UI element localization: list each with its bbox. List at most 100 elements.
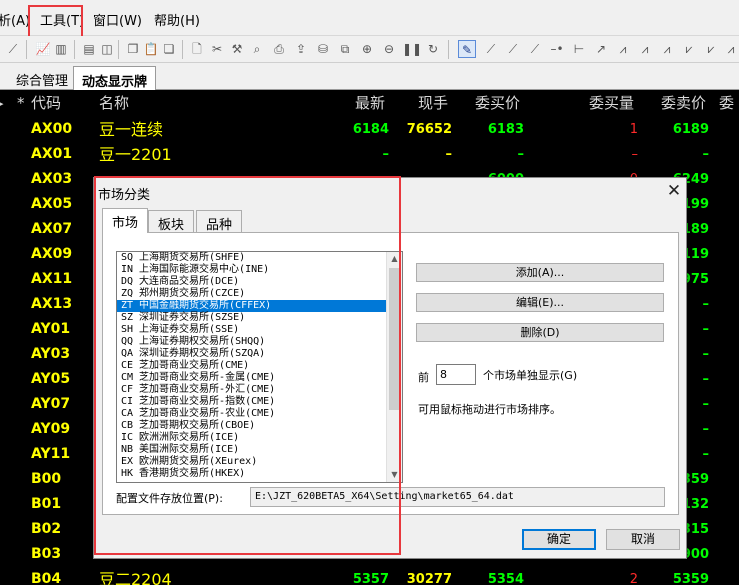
cell-name: 豆二2204 <box>99 570 172 585</box>
database-icon[interactable]: ⛁ <box>314 40 332 58</box>
close-icon[interactable]: ✕ <box>664 181 684 201</box>
arrow-line-icon[interactable]: ⊢ <box>570 40 588 58</box>
print-icon[interactable]: ⎙ <box>270 40 288 58</box>
cell-ask-price: – <box>702 397 710 412</box>
menu-help[interactable]: 帮助(H) <box>154 10 200 29</box>
window-icon[interactable]: ❏ <box>160 40 178 58</box>
cell-latest: – <box>382 147 390 162</box>
trend-line-icon[interactable]: ⟋ <box>482 40 500 58</box>
tab-market[interactable]: 市场 <box>102 208 149 233</box>
front-suffix-label: 个市场单独显示(G) <box>483 369 578 382</box>
pause-icon[interactable]: ❚❚ <box>402 40 422 58</box>
header-code[interactable]: 代码 <box>31 90 61 116</box>
segment-icon[interactable]: ⟋ <box>526 40 544 58</box>
ray-line-icon[interactable]: ⟋ <box>504 40 522 58</box>
delete-button[interactable]: 删除(D) <box>416 323 664 342</box>
up-arrow-line-icon[interactable]: ↗ <box>592 40 610 58</box>
cell-code: AX09 <box>31 246 73 262</box>
horizontal-line-icon[interactable]: –• <box>548 40 566 58</box>
cell-code: AX11 <box>31 271 73 287</box>
cell-code: AX00 <box>31 121 73 137</box>
add-button[interactable]: 添加(A)... <box>416 263 664 282</box>
cell-code: B00 <box>31 471 62 487</box>
cell-latest: 5357 <box>352 572 389 585</box>
cell-code: AX01 <box>31 146 73 162</box>
header-star[interactable]: * <box>17 90 25 116</box>
cell-ask-price: – <box>702 322 710 337</box>
wave-pattern-2-icon[interactable]: ⩘ <box>722 40 739 58</box>
header-more: 委 <box>719 94 735 112</box>
new-file-icon[interactable]: 🗋 <box>188 40 206 58</box>
line-tool-icon[interactable]: ⟋ <box>4 40 22 58</box>
view-tabs: 综合管理 动态显示牌 <box>0 63 739 90</box>
table-row[interactable]: AX01 豆一2201 – – – – – <box>0 142 739 167</box>
header-name[interactable]: 名称 <box>99 90 129 116</box>
cell-code: B03 <box>31 546 62 562</box>
menu-tools-highlight <box>28 5 83 39</box>
header-ask-price[interactable]: 委卖价 <box>661 90 706 116</box>
cell-name: 豆一2201 <box>99 145 172 164</box>
cut-icon[interactable]: ✂ <box>208 40 226 58</box>
toolbar-separator <box>448 40 449 59</box>
header-bid-volume[interactable]: 委买量 <box>589 90 634 116</box>
ok-button[interactable]: 确定 <box>522 529 596 550</box>
elliott-wave-icon[interactable]: ⩗ <box>680 40 698 58</box>
cell-bid-price: – <box>517 147 525 162</box>
menu-window[interactable]: 窗口(W) <box>93 10 142 29</box>
zoom-in-icon[interactable]: ⊕ <box>358 40 376 58</box>
cell-ask-price: – <box>702 347 710 362</box>
cell-ask-price: – <box>702 147 710 162</box>
front-label: 前 <box>418 371 429 384</box>
menu-bar: 析(A) 工具(T) 窗口(W) 帮助(H) <box>0 0 739 39</box>
paste-icon[interactable]: 📋 <box>142 40 160 58</box>
cell-code: AY07 <box>31 396 71 412</box>
cell-volume: 30277 <box>406 572 452 585</box>
table-row[interactable]: AX00 豆一连续 6184 76652 6183 1 6189 <box>0 117 739 142</box>
copy-icon[interactable]: ❐ <box>124 40 142 58</box>
binoculars-icon[interactable]: ⌕ <box>248 40 266 58</box>
pen-draw-icon[interactable]: ✎ <box>458 40 476 58</box>
cell-bid-volume: 1 <box>629 122 638 137</box>
tab-general-management[interactable]: 综合管理 <box>8 66 76 90</box>
zoom-out-icon[interactable]: ⊖ <box>380 40 398 58</box>
cell-code: AY03 <box>31 346 71 362</box>
split-view-icon[interactable]: ◫ <box>98 40 116 58</box>
network-icon[interactable]: ⧉ <box>336 40 354 58</box>
toolbar: ⟋ 📈 ▥ ▤ ◫ ❐ 📋 ❏ 🗋 ✂ ⚒ ⌕ ⎙ ⇪ ⛁ ⧉ ⊕ ⊖ ❚❚ ↻… <box>0 36 739 63</box>
cell-code: B02 <box>31 521 62 537</box>
cell-latest: 6184 <box>352 122 389 137</box>
zigzag-icon[interactable]: ⩘ <box>614 40 632 58</box>
cell-bid-price: 6183 <box>487 122 524 137</box>
quote-table-icon[interactable]: ▤ <box>80 40 98 58</box>
cell-bid-volume: 2 <box>629 572 638 585</box>
cell-ask-price: 6189 <box>672 122 709 137</box>
export-icon[interactable]: ⇪ <box>292 40 310 58</box>
cell-ask-price: – <box>702 297 710 312</box>
tools-icon[interactable]: ⚒ <box>228 40 246 58</box>
tab-dynamic-board[interactable]: 动态显示牌 <box>73 66 157 90</box>
front-count-input[interactable]: 8 <box>436 364 476 385</box>
toolbar-separator <box>74 40 75 59</box>
drag-hint: 可用鼠标拖动进行市场排序。 <box>418 403 561 416</box>
edit-button[interactable]: 编辑(E)... <box>416 293 664 312</box>
cell-code: AX03 <box>31 171 73 187</box>
line-chart-icon[interactable]: 📈 <box>34 40 52 58</box>
table-row[interactable]: B04 豆二2204 5357 30277 5354 2 5359 <box>0 567 739 585</box>
cell-code: AY11 <box>31 446 71 462</box>
cell-code: AX13 <box>31 296 73 312</box>
bar-chart-icon[interactable]: ▥ <box>52 40 70 58</box>
menu-analysis[interactable]: 析(A) <box>0 10 30 29</box>
header-latest[interactable]: 最新 <box>355 90 385 116</box>
header-volume[interactable]: 现手 <box>418 90 448 116</box>
header-bid-price[interactable]: 委买价 <box>475 90 520 116</box>
loop-icon[interactable]: ↻ <box>424 40 442 58</box>
cancel-button[interactable]: 取消 <box>606 529 680 550</box>
cell-volume: 76652 <box>406 122 452 137</box>
wave-pattern-icon[interactable]: ⩗ <box>702 40 720 58</box>
cell-code: B04 <box>31 571 62 585</box>
wave-multi-icon[interactable]: ⩘ <box>658 40 676 58</box>
wave-icon[interactable]: ⩘ <box>636 40 654 58</box>
cell-code: AY05 <box>31 371 71 387</box>
cell-ask-price: – <box>702 447 710 462</box>
header-row-marker: ▸ <box>0 90 4 116</box>
